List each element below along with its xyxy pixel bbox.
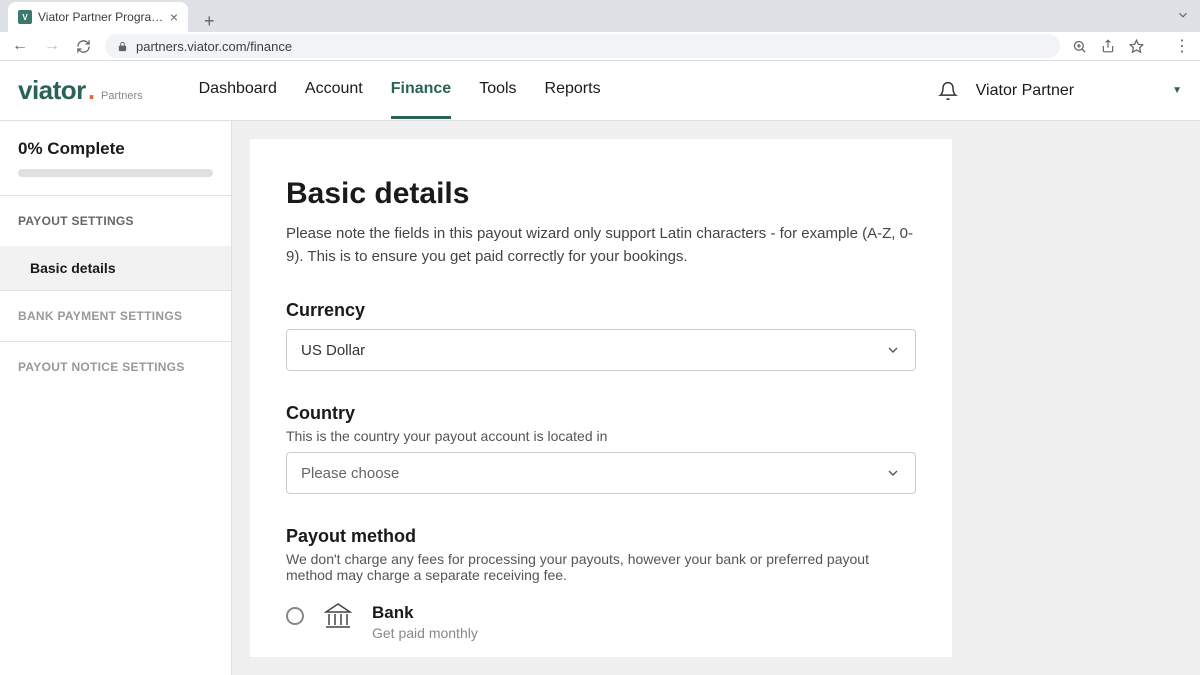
zoom-icon[interactable] xyxy=(1072,39,1087,54)
logo[interactable]: viator. Partners xyxy=(18,75,143,106)
back-button[interactable]: ← xyxy=(10,37,30,55)
payout-option-bank[interactable]: Bank Get paid monthly xyxy=(286,603,916,641)
sidebar-group-payout: PAYOUT SETTINGS Basic details xyxy=(0,195,231,290)
currency-value: US Dollar xyxy=(301,342,365,359)
page-title: Basic details xyxy=(286,177,916,211)
country-placeholder: Please choose xyxy=(301,465,399,482)
sidebar-header-notice[interactable]: PAYOUT NOTICE SETTINGS xyxy=(0,342,231,392)
logo-text: viator xyxy=(18,75,86,106)
favicon: V xyxy=(18,10,32,24)
tab-bar: V Viator Partner Program - Finan × + xyxy=(0,0,1200,32)
currency-label: Currency xyxy=(286,300,916,321)
header-right: Viator Partner ▼ xyxy=(938,81,1182,101)
app-body: 0% Complete PAYOUT SETTINGS Basic detail… xyxy=(0,121,1200,675)
user-name[interactable]: Viator Partner xyxy=(976,82,1074,100)
radio-button[interactable] xyxy=(286,607,304,625)
nav-reports[interactable]: Reports xyxy=(545,62,601,119)
tabs-dropdown-icon[interactable] xyxy=(1176,8,1190,22)
payout-method-label: Payout method xyxy=(286,526,916,547)
progress-section: 0% Complete xyxy=(0,121,231,195)
sidebar-header-payout[interactable]: PAYOUT SETTINGS xyxy=(0,196,231,246)
nav-finance[interactable]: Finance xyxy=(391,62,451,119)
chevron-down-icon xyxy=(885,465,901,481)
content-card: Basic details Please note the fields in … xyxy=(250,139,952,657)
page-description: Please note the fields in this payout wi… xyxy=(286,223,916,268)
nav-tools[interactable]: Tools xyxy=(479,62,516,119)
option-title: Bank xyxy=(372,603,478,623)
progress-label: 0% Complete xyxy=(18,139,213,159)
url-text: partners.viator.com/finance xyxy=(136,39,292,54)
address-bar-icons xyxy=(1072,39,1148,54)
browser-menu-icon[interactable]: ⋮ xyxy=(1174,36,1190,56)
country-help: This is the country your payout account … xyxy=(286,428,916,444)
option-subtitle: Get paid monthly xyxy=(372,625,478,641)
sidebar-header-bank[interactable]: BANK PAYMENT SETTINGS xyxy=(0,291,231,341)
main-content: Basic details Please note the fields in … xyxy=(232,121,1200,675)
bell-icon[interactable] xyxy=(938,81,958,101)
sidebar-group-notice: PAYOUT NOTICE SETTINGS xyxy=(0,341,231,392)
forward-button[interactable]: → xyxy=(42,37,62,55)
browser-chrome: V Viator Partner Program - Finan × + ← →… xyxy=(0,0,1200,61)
tab-title: Viator Partner Program - Finan xyxy=(38,10,164,24)
address-bar[interactable]: partners.viator.com/finance xyxy=(105,34,1060,58)
bank-icon xyxy=(322,601,354,633)
reload-button[interactable] xyxy=(74,39,93,54)
option-text: Bank Get paid monthly xyxy=(372,603,478,641)
sidebar-item-basic-details[interactable]: Basic details xyxy=(0,246,231,290)
chevron-down-icon xyxy=(885,342,901,358)
nav-account[interactable]: Account xyxy=(305,62,363,119)
country-label: Country xyxy=(286,403,916,424)
country-select[interactable]: Please choose xyxy=(286,452,916,494)
sidebar: 0% Complete PAYOUT SETTINGS Basic detail… xyxy=(0,121,232,675)
payout-method-help: We don't charge any fees for processing … xyxy=(286,551,916,583)
lock-icon xyxy=(117,41,128,52)
address-bar-row: ← → partners.viator.com/finance ⋮ xyxy=(0,32,1200,61)
share-icon[interactable] xyxy=(1101,39,1115,53)
logo-subtext: Partners xyxy=(101,90,143,102)
progress-bar xyxy=(18,169,213,177)
star-icon[interactable] xyxy=(1129,39,1144,54)
app-header: viator. Partners Dashboard Account Finan… xyxy=(0,61,1200,121)
new-tab-button[interactable]: + xyxy=(198,11,221,32)
user-dropdown-icon[interactable]: ▼ xyxy=(1172,85,1182,96)
currency-select[interactable]: US Dollar xyxy=(286,329,916,371)
close-icon[interactable]: × xyxy=(170,9,178,25)
main-nav: Dashboard Account Finance Tools Reports xyxy=(199,62,601,119)
nav-dashboard[interactable]: Dashboard xyxy=(199,62,277,119)
browser-tab[interactable]: V Viator Partner Program - Finan × xyxy=(8,2,188,32)
sidebar-group-bank: BANK PAYMENT SETTINGS xyxy=(0,290,231,341)
